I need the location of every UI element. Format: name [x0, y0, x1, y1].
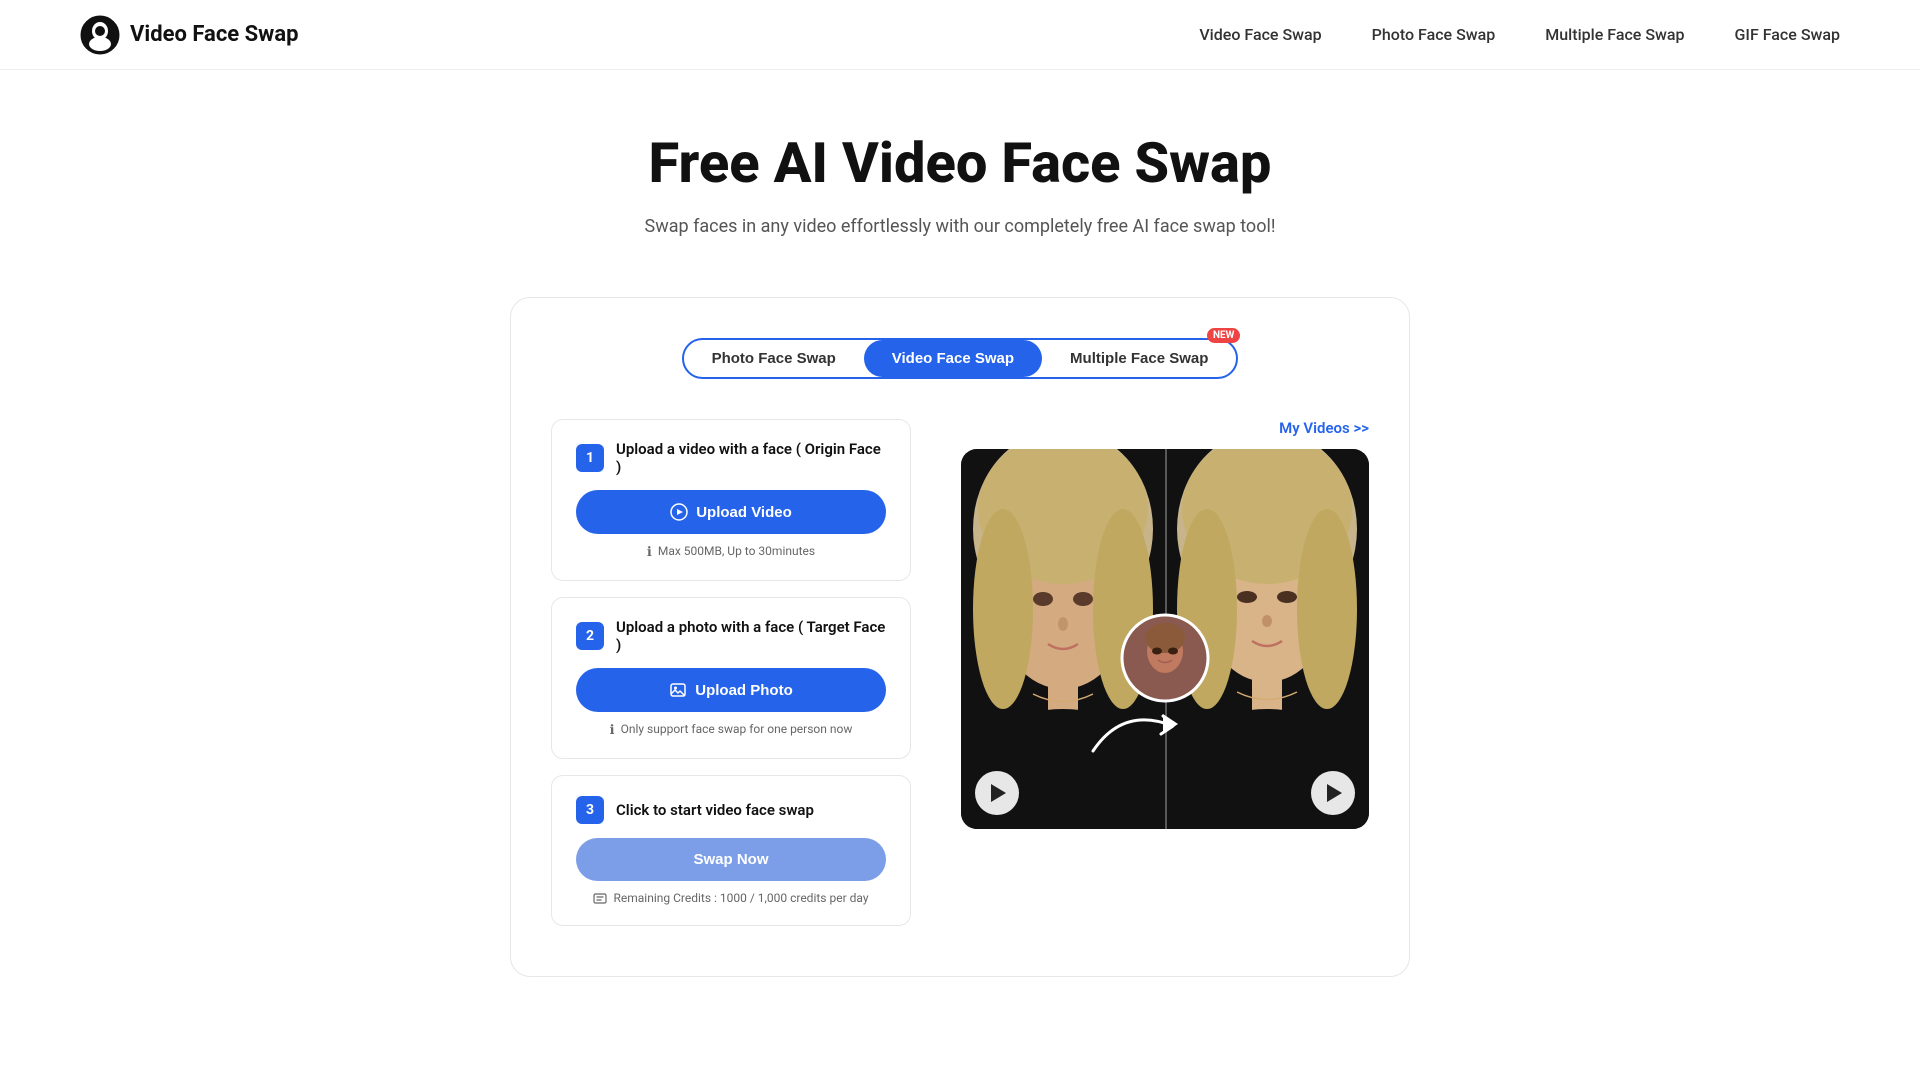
step1-card: 1 Upload a video with a face ( Origin Fa…	[551, 419, 911, 581]
credits-icon	[593, 891, 607, 905]
step3-title: Click to start video face swap	[616, 801, 814, 819]
image-icon	[669, 681, 687, 699]
upload-video-label: Upload Video	[696, 504, 792, 521]
preview-panel: My Videos >>	[961, 419, 1369, 829]
play-triangle-left	[991, 784, 1006, 802]
step1-note: ℹ Max 500MB, Up to 30minutes	[576, 544, 886, 560]
nav-gif-face-swap[interactable]: GIF Face Swap	[1735, 25, 1840, 44]
face-swap-overlay	[1120, 613, 1210, 707]
step1-number: 1	[576, 444, 604, 472]
play-circle-icon	[670, 503, 688, 521]
steps-panel: 1 Upload a video with a face ( Origin Fa…	[551, 419, 911, 926]
tab-photo-face-swap[interactable]: Photo Face Swap	[684, 340, 864, 377]
step1-title: Upload a video with a face ( Origin Face…	[616, 440, 886, 476]
info-icon2: ℹ	[610, 723, 615, 738]
step3-number: 3	[576, 796, 604, 824]
nav-video-face-swap[interactable]: Video Face Swap	[1199, 25, 1321, 44]
nav-multiple-face-swap[interactable]: Multiple Face Swap	[1545, 25, 1684, 44]
step2-card: 2 Upload a photo with a face ( Target Fa…	[551, 597, 911, 759]
step2-header: 2 Upload a photo with a face ( Target Fa…	[576, 618, 886, 654]
step3-header: 3 Click to start video face swap	[576, 796, 886, 824]
hero-title: Free AI Video Face Swap	[20, 130, 1900, 196]
step2-number: 2	[576, 622, 604, 650]
step3-card: 3 Click to start video face swap Swap No…	[551, 775, 911, 926]
step2-title: Upload a photo with a face ( Target Face…	[616, 618, 886, 654]
tab-bar: Photo Face Swap Video Face Swap Multiple…	[551, 338, 1369, 379]
play-button-left[interactable]	[975, 771, 1019, 815]
logo[interactable]: Video Face Swap	[80, 15, 299, 55]
play-button-right[interactable]	[1311, 771, 1355, 815]
swap-now-label: Swap Now	[693, 851, 768, 868]
logo-text: Video Face Swap	[130, 22, 299, 47]
upload-video-button[interactable]: Upload Video	[576, 490, 886, 534]
step1-header: 1 Upload a video with a face ( Origin Fa…	[576, 440, 886, 476]
step1-note-text: Max 500MB, Up to 30minutes	[658, 544, 815, 558]
hero-section: Free AI Video Face Swap Swap faces in an…	[0, 70, 1920, 277]
face-circle-overlay	[1120, 613, 1210, 703]
new-badge: NEW	[1207, 328, 1240, 343]
upload-photo-label: Upload Photo	[695, 682, 793, 699]
step2-note-text: Only support face swap for one person no…	[621, 722, 853, 736]
step2-note: ℹ Only support face swap for one person …	[576, 722, 886, 738]
preview-image	[961, 449, 1369, 829]
play-triangle-right	[1327, 784, 1342, 802]
swap-now-button[interactable]: Swap Now	[576, 838, 886, 881]
credits-note: Remaining Credits : 1000 / 1,000 credits…	[576, 891, 886, 905]
upload-photo-button[interactable]: Upload Photo	[576, 668, 886, 712]
hero-subtitle: Swap faces in any video effortlessly wit…	[20, 216, 1900, 237]
tab-multiple-container: Multiple Face Swap NEW	[1042, 340, 1236, 377]
tab-multiple-face-swap[interactable]: Multiple Face Swap	[1042, 340, 1236, 377]
credits-note-text: Remaining Credits : 1000 / 1,000 credits…	[613, 891, 868, 905]
main-card: Photo Face Swap Video Face Swap Multiple…	[510, 297, 1410, 977]
logo-icon	[80, 15, 120, 55]
content-layout: 1 Upload a video with a face ( Origin Fa…	[551, 419, 1369, 926]
tab-group: Photo Face Swap Video Face Swap Multiple…	[682, 338, 1239, 379]
tab-video-face-swap[interactable]: Video Face Swap	[864, 340, 1042, 377]
nav-photo-face-swap[interactable]: Photo Face Swap	[1372, 25, 1496, 44]
my-videos-link[interactable]: My Videos >>	[961, 419, 1369, 437]
info-icon: ℹ	[647, 545, 652, 560]
